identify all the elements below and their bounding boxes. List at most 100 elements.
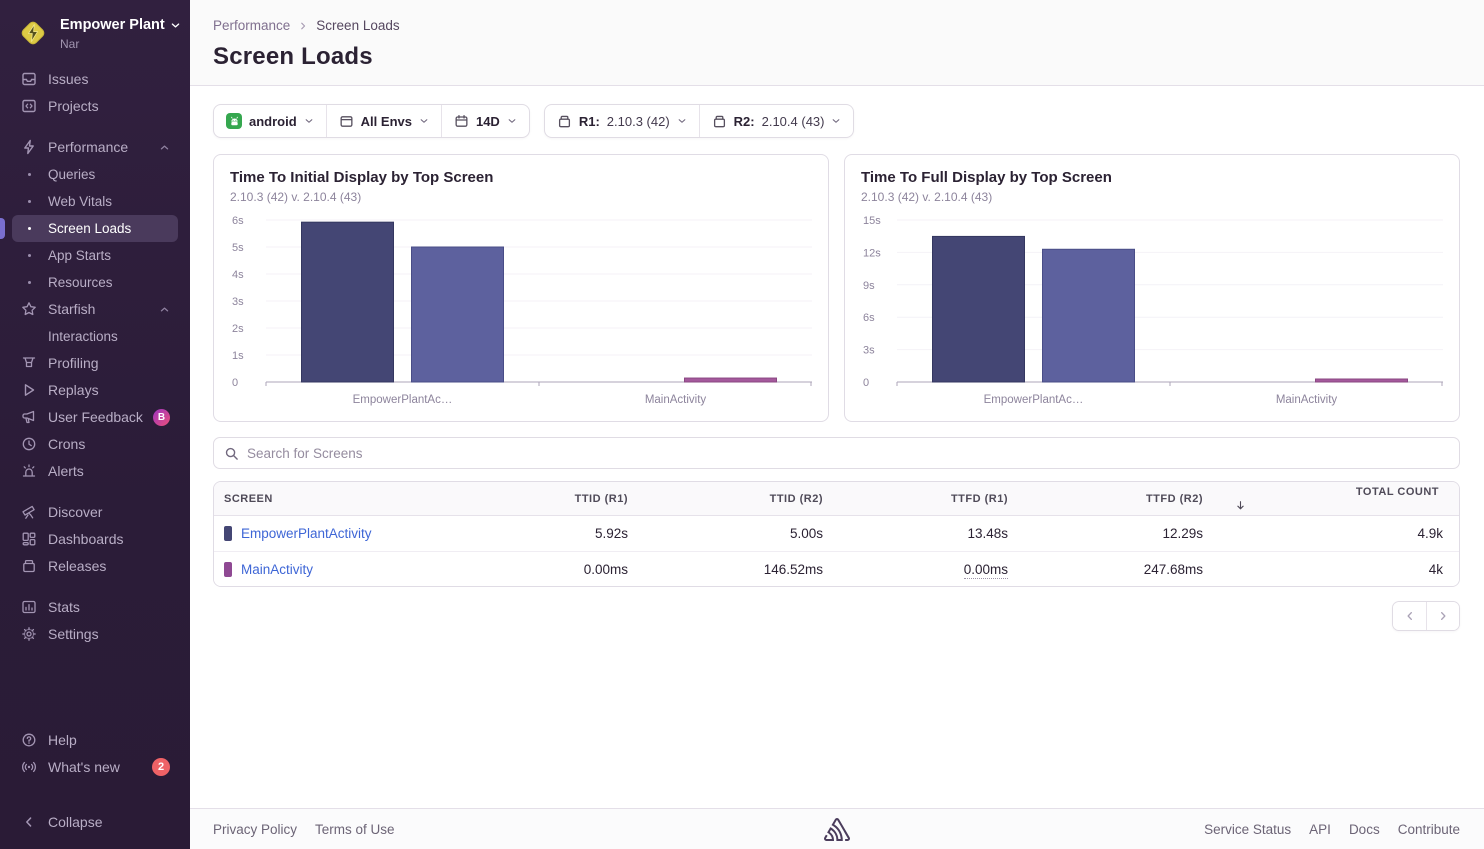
series-color-swatch <box>224 562 232 577</box>
breadcrumb-performance-link[interactable]: Performance <box>213 18 290 33</box>
project-filter-value: android <box>249 114 297 129</box>
release2-filter[interactable]: R2: 2.10.4 (43) <box>699 105 854 137</box>
org-switcher[interactable]: Empower Plant Nar <box>12 14 178 66</box>
sort-desc-icon <box>1235 500 1443 511</box>
col-total-count[interactable]: TOTAL COUNT <box>1219 486 1459 511</box>
chevron-left-icon <box>20 815 38 829</box>
sidebar-item-releases[interactable]: Releases <box>12 553 178 580</box>
svg-text:15s: 15s <box>863 215 881 227</box>
screen-link[interactable]: EmpowerPlantActivity <box>241 526 372 541</box>
sidebar-item-projects[interactable]: Projects <box>12 93 178 120</box>
gear-icon <box>20 626 38 642</box>
svg-text:4s: 4s <box>232 269 244 281</box>
issues-icon <box>20 71 38 87</box>
play-icon <box>20 382 38 398</box>
sidebar-item-web-vitals[interactable]: Web Vitals <box>12 188 178 215</box>
sidebar-item-crons[interactable]: Crons <box>12 431 178 458</box>
bullet-icon <box>20 254 38 257</box>
svg-text:6s: 6s <box>232 215 244 227</box>
stats-icon <box>20 599 38 615</box>
col-ttfd-r1[interactable]: TTFD (R1) <box>839 493 1024 505</box>
sidebar-item-label: Resources <box>48 275 170 290</box>
sidebar-item-label: User Feedback <box>48 409 143 425</box>
sidebar-item-profiling[interactable]: Profiling <box>12 350 178 377</box>
sidebar-item-label: Issues <box>48 71 170 87</box>
next-page-button[interactable] <box>1426 602 1459 630</box>
bullet-icon <box>20 173 38 176</box>
table-row: MainActivity 0.00ms 146.52ms 0.00ms 247.… <box>214 551 1459 586</box>
profiling-icon <box>20 355 38 371</box>
col-ttid-r1[interactable]: TTID (R1) <box>469 493 644 505</box>
org-avatar <box>16 16 50 50</box>
sidebar-item-stats[interactable]: Stats <box>12 594 178 621</box>
sidebar-item-replays[interactable]: Replays <box>12 377 178 404</box>
col-ttfd-r2[interactable]: TTFD (R2) <box>1024 493 1219 505</box>
sidebar-item-queries[interactable]: Queries <box>12 161 178 188</box>
sidebar-item-resources[interactable]: Resources <box>12 269 178 296</box>
sidebar-item-interactions[interactable]: Interactions <box>12 323 178 350</box>
sidebar-item-app-starts[interactable]: App Starts <box>12 242 178 269</box>
total-count-value: 4.9k <box>1219 526 1459 541</box>
col-screen[interactable]: SCREEN <box>214 493 469 505</box>
sidebar-item-label: Stats <box>48 599 170 615</box>
sidebar-collapse-button[interactable]: Collapse <box>12 808 178 835</box>
sidebar-item-dashboards[interactable]: Dashboards <box>12 526 178 553</box>
chevron-right-icon <box>298 21 308 31</box>
sentry-logo-icon <box>824 818 850 841</box>
ttfd-r2-value: 247.68ms <box>1024 562 1219 577</box>
svg-text:3s: 3s <box>863 345 875 357</box>
sidebar-item-label: Starfish <box>48 301 149 317</box>
docs-link[interactable]: Docs <box>1349 822 1380 837</box>
screens-table: SCREEN TTID (R1) TTID (R2) TTFD (R1) TTF… <box>213 481 1460 587</box>
ttfd-r1-value: 13.48s <box>839 526 1024 541</box>
sidebar-item-screen-loads[interactable]: Screen Loads <box>12 215 178 242</box>
android-icon <box>226 113 242 129</box>
ttid-bar-chart[interactable]: 01s2s3s4s5s6sEmpowerPlantAc…MainActivity <box>230 210 812 410</box>
org-name: Empower Plant <box>60 17 165 34</box>
terms-of-use-link[interactable]: Terms of Use <box>315 822 395 837</box>
sidebar-item-user-feedback[interactable]: User Feedback B <box>12 404 178 431</box>
sidebar-item-alerts[interactable]: Alerts <box>12 458 178 485</box>
sidebar-item-label: Help <box>48 732 170 748</box>
project-filter[interactable]: android <box>214 105 326 137</box>
previous-page-button[interactable] <box>1393 602 1426 630</box>
date-range-filter[interactable]: 14D <box>441 105 529 137</box>
service-status-link[interactable]: Service Status <box>1204 822 1291 837</box>
privacy-policy-link[interactable]: Privacy Policy <box>213 822 297 837</box>
table-row: EmpowerPlantActivity 5.92s 5.00s 13.48s … <box>214 516 1459 551</box>
sidebar-item-whats-new[interactable]: What's new 2 <box>12 753 178 780</box>
sidebar-item-issues[interactable]: Issues <box>12 66 178 93</box>
sidebar-item-help[interactable]: Help <box>12 726 178 753</box>
sidebar-item-starfish[interactable]: Starfish <box>12 296 178 323</box>
release1-filter[interactable]: R1: 2.10.3 (42) <box>545 105 699 137</box>
ttfd-chart-card: Time To Full Display by Top Screen 2.10.… <box>844 154 1460 422</box>
sidebar-item-label: Settings <box>48 626 170 642</box>
beta-badge: B <box>153 409 170 426</box>
bullet-icon <box>20 200 38 203</box>
release1-label: R1: <box>579 114 600 129</box>
api-link[interactable]: API <box>1309 822 1331 837</box>
clock-icon <box>20 436 38 452</box>
svg-text:5s: 5s <box>232 242 244 254</box>
search-input[interactable] <box>247 446 1449 461</box>
contribute-link[interactable]: Contribute <box>1398 822 1460 837</box>
col-ttid-r2[interactable]: TTID (R2) <box>644 493 839 505</box>
svg-text:MainActivity: MainActivity <box>1276 394 1338 406</box>
search-icon <box>224 446 239 461</box>
sidebar-item-performance[interactable]: Performance <box>12 134 178 161</box>
ttid-chart-card: Time To Initial Display by Top Screen 2.… <box>213 154 829 422</box>
environment-filter[interactable]: All Envs <box>326 105 441 137</box>
sidebar-item-label: Interactions <box>48 329 170 344</box>
table-header-row: SCREEN TTID (R1) TTID (R2) TTFD (R1) TTF… <box>214 482 1459 516</box>
chevron-down-icon <box>419 116 429 126</box>
siren-icon <box>20 463 38 479</box>
screen-link[interactable]: MainActivity <box>241 562 313 577</box>
release-box-icon <box>557 114 572 129</box>
sidebar-item-settings[interactable]: Settings <box>12 621 178 648</box>
sidebar-item-discover[interactable]: Discover <box>12 499 178 526</box>
screens-search[interactable] <box>213 437 1460 469</box>
chart-subtitle: 2.10.3 (42) v. 2.10.4 (43) <box>861 190 1443 204</box>
ttfd-bar-chart[interactable]: 03s6s9s12s15sEmpowerPlantAc…MainActivity <box>861 210 1443 410</box>
page-title: Screen Loads <box>213 43 1460 71</box>
dashboards-icon <box>20 531 38 547</box>
